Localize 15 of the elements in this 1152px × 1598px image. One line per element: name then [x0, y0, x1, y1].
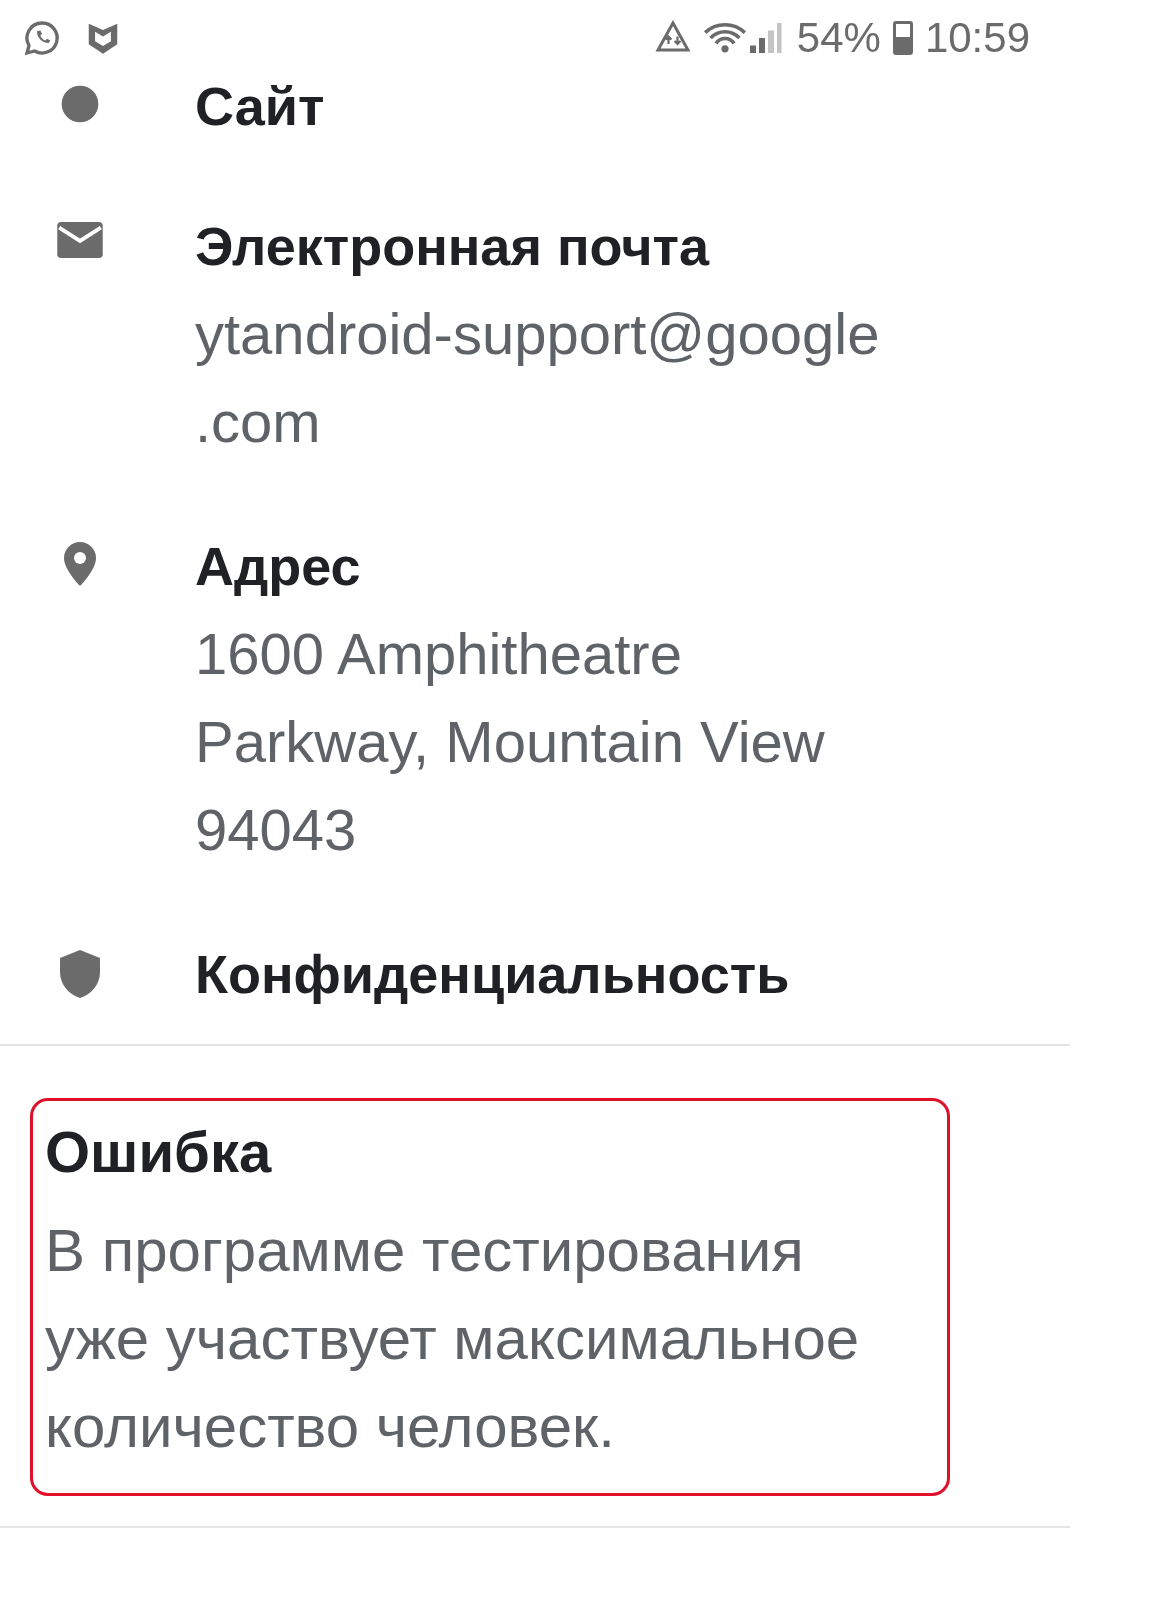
contact-value[interactable]: ytandroid-support@google .com [195, 290, 880, 466]
clock: 10:59 [924, 17, 1030, 59]
battery-icon [892, 21, 913, 55]
contact-heading[interactable]: Конфиденциальность [195, 944, 790, 1004]
contact-value[interactable]: 1600 Amphitheatre Parkway, Mountain View 94043 [195, 610, 825, 874]
error-message: В программе тестирования уже участвует максимальное количество человек. [45, 1216, 861, 1462]
chat-icon [22, 18, 62, 58]
location-pin-icon [63, 542, 96, 586]
battery-percentage: 54% [796, 17, 881, 59]
shield-icon [59, 950, 100, 998]
contact-heading[interactable]: Сайт [195, 76, 325, 136]
contact-heading[interactable]: Электронная почта [195, 216, 880, 276]
error-title: Ошибка [45, 1118, 273, 1186]
mail-icon [56, 222, 103, 258]
contact-heading[interactable]: Адрес [195, 536, 825, 596]
